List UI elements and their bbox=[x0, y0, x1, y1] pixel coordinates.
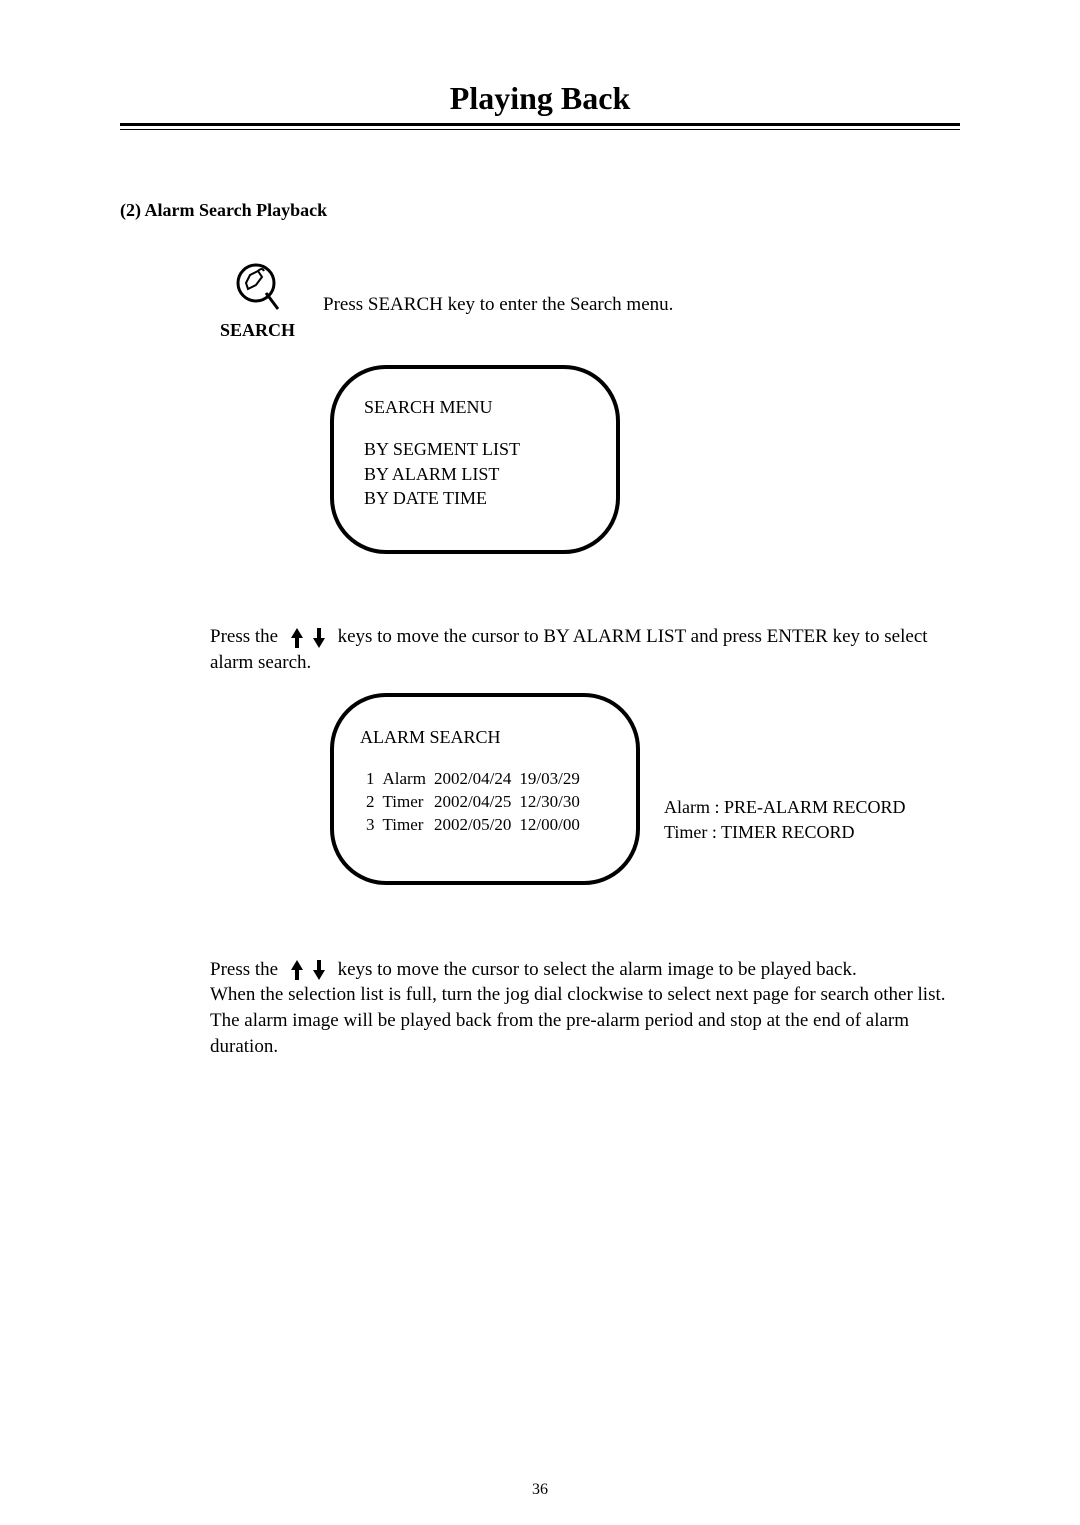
row-date: 2002/05/20 bbox=[434, 814, 519, 837]
arrow-up-icon bbox=[289, 958, 305, 982]
row-date: 2002/04/24 bbox=[434, 768, 519, 791]
arrow-down-icon bbox=[311, 958, 327, 982]
alarm-search-table: 1 Alarm 2002/04/24 19/03/29 2 Timer 2002… bbox=[360, 768, 588, 837]
final-instruction-line1: keys to move the cursor to select the al… bbox=[338, 959, 857, 980]
row-date: 2002/04/25 bbox=[434, 791, 519, 814]
arrow-up-icon bbox=[289, 626, 305, 650]
search-menu-title: SEARCH MENU bbox=[364, 395, 590, 419]
alarm-instruction: Press the keys to move the cursor to BY … bbox=[210, 624, 960, 675]
search-instruction: Press SEARCH key to enter the Search men… bbox=[323, 294, 673, 316]
alarm-search-row: ALARM SEARCH 1 Alarm 2002/04/24 19/03/29… bbox=[120, 693, 960, 884]
table-row: 3 Timer 2002/05/20 12/00/00 bbox=[360, 814, 588, 837]
search-menu-item: BY ALARM LIST bbox=[364, 462, 590, 486]
arrow-keys-icon bbox=[289, 626, 327, 650]
alarm-search-screen: ALARM SEARCH 1 Alarm 2002/04/24 19/03/29… bbox=[330, 693, 640, 884]
final-instruction-line2: When the selection list is full, turn th… bbox=[210, 982, 960, 1008]
row-index: 3 bbox=[360, 814, 383, 837]
legend-alarm: Alarm : PRE-ALARM RECORD bbox=[664, 795, 906, 819]
alarm-legend: Alarm : PRE-ALARM RECORD Timer : TIMER R… bbox=[664, 795, 906, 844]
search-key-icon bbox=[234, 261, 282, 316]
search-menu-item: BY SEGMENT LIST bbox=[364, 437, 590, 461]
row-type: Timer bbox=[383, 814, 434, 837]
search-icon-block: SEARCH bbox=[220, 261, 295, 341]
search-menu-item: BY DATE TIME bbox=[364, 486, 590, 510]
row-type: Timer bbox=[383, 791, 434, 814]
final-instruction-pre: Press the bbox=[210, 959, 283, 980]
title-divider-thick bbox=[120, 123, 960, 126]
arrow-keys-icon bbox=[289, 958, 327, 982]
page-title: Playing Back bbox=[120, 80, 960, 117]
search-key-row: SEARCH Press SEARCH key to enter the Sea… bbox=[220, 261, 960, 341]
alarm-search-title: ALARM SEARCH bbox=[360, 725, 616, 749]
row-index: 1 bbox=[360, 768, 383, 791]
page-container: Playing Back (2) Alarm Search Playback S… bbox=[0, 0, 1080, 1525]
final-instruction-line3: The alarm image will be played back from… bbox=[210, 1008, 960, 1059]
title-divider-thin bbox=[120, 129, 960, 130]
alarm-instruction-pre: Press the bbox=[210, 626, 283, 647]
row-time: 12/30/30 bbox=[519, 791, 587, 814]
search-key-label: SEARCH bbox=[220, 320, 295, 341]
search-menu-screen: SEARCH MENU BY SEGMENT LIST BY ALARM LIS… bbox=[330, 365, 620, 554]
table-row: 1 Alarm 2002/04/24 19/03/29 bbox=[360, 768, 588, 791]
table-row: 2 Timer 2002/04/25 12/30/30 bbox=[360, 791, 588, 814]
section-heading: (2) Alarm Search Playback bbox=[120, 200, 960, 221]
legend-timer: Timer : TIMER RECORD bbox=[664, 820, 906, 844]
row-index: 2 bbox=[360, 791, 383, 814]
final-instruction: Press the keys to move the cursor to sel… bbox=[210, 957, 960, 1060]
row-time: 12/00/00 bbox=[519, 814, 587, 837]
page-number: 36 bbox=[0, 1481, 1080, 1499]
row-type: Alarm bbox=[383, 768, 434, 791]
row-time: 19/03/29 bbox=[519, 768, 587, 791]
arrow-down-icon bbox=[311, 626, 327, 650]
